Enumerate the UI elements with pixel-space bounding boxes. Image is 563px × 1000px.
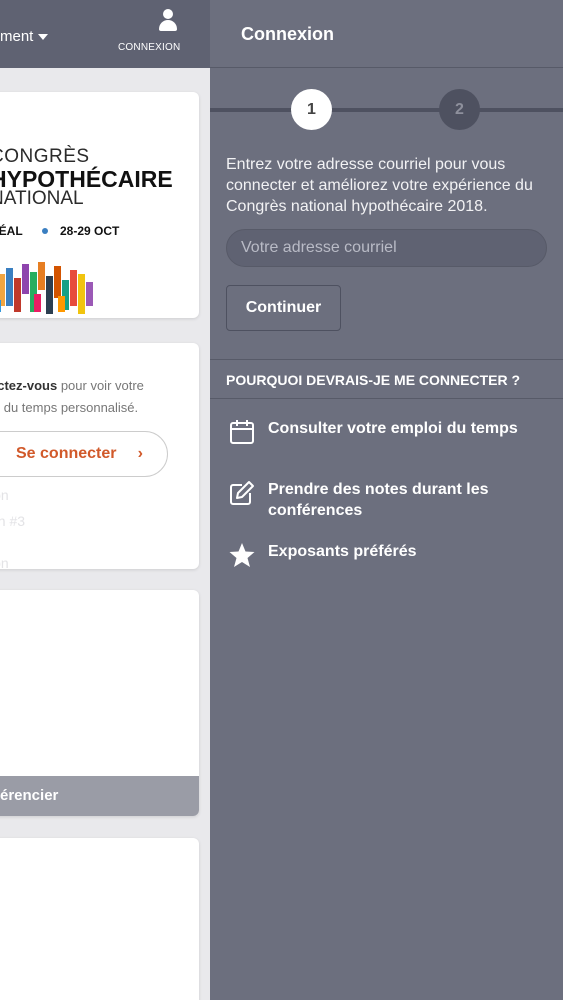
- logo-graphic: [0, 262, 93, 314]
- logo-date: 28-29 OCT: [60, 224, 120, 238]
- logo-place: RÉAL: [0, 224, 23, 238]
- edit-note-icon: [230, 481, 254, 505]
- promo-rest: pour voir votre: [57, 378, 144, 393]
- caret-down-icon: [38, 34, 49, 41]
- se-connecter-button[interactable]: Se connecter ›: [0, 431, 168, 477]
- login-panel: Connexion 1 2 Entrez votre adresse courr…: [210, 0, 563, 1000]
- sponsor-bar[interactable]: érencier: [0, 776, 199, 816]
- steps-progress-line: [210, 108, 563, 112]
- login-promo-text: ectez-vous pour voir votre oi du temps p…: [0, 375, 144, 419]
- reason-label: Consulter votre emploi du temps: [268, 420, 518, 437]
- promo-bold: ectez-vous: [0, 378, 58, 393]
- panel-header: Connexion: [210, 0, 563, 68]
- dropdown-menu[interactable]: ment: [0, 28, 49, 45]
- logo-text-national: NATIONAL: [0, 188, 84, 209]
- calendar-icon: [230, 420, 254, 444]
- login-promo-card: ectez-vous pour voir votre oi du temps p…: [0, 343, 199, 569]
- event-logo-card: CONGRÈS HYPOTHÉCAIRE NATIONAL RÉAL 28-29…: [0, 92, 199, 318]
- step-1-indicator: 1: [291, 89, 332, 130]
- logo-dot: [42, 228, 48, 234]
- reason-label: Exposants préférés: [268, 543, 417, 560]
- se-connecter-label: Se connecter: [16, 445, 117, 462]
- email-input[interactable]: [226, 229, 547, 267]
- user-icon[interactable]: [148, 8, 188, 34]
- background-app: ment CONNEXION CONGRÈS HYPOTHÉCAIRE NATI…: [0, 0, 210, 1000]
- faded-text-2: on #3: [0, 513, 26, 529]
- intro-text: Entrez votre adresse courriel pour vous …: [226, 156, 533, 215]
- chevron-right-icon: ›: [137, 445, 143, 462]
- panel-title: Connexion: [241, 24, 334, 44]
- connexion-label[interactable]: CONNEXION: [118, 42, 180, 53]
- step-2-indicator: 2: [439, 89, 480, 130]
- content-card: [0, 838, 199, 1000]
- dropdown-label: ment: [0, 28, 34, 45]
- app-header: ment CONNEXION: [0, 0, 210, 68]
- logo-text-congres: CONGRÈS: [0, 146, 90, 167]
- reason-label: Prendre des notes durant les conférences: [268, 481, 489, 519]
- why-connect-heading: POURQUOI DEVRAIS-JE ME CONNECTER ?: [210, 359, 563, 399]
- promo-line2: oi du temps personnalisé.: [0, 400, 139, 415]
- faded-text-3: ion: [0, 555, 9, 569]
- continue-button[interactable]: Continuer: [226, 285, 341, 331]
- faded-text-1: ion: [0, 487, 9, 503]
- star-icon: [229, 543, 255, 567]
